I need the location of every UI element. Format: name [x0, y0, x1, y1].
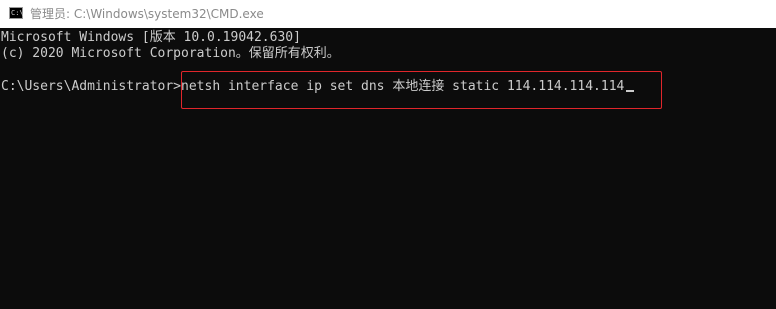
window-title: 管理员: C:\Windows\system32\CMD.exe [30, 7, 264, 21]
console-line-copyright: (c) 2020 Microsoft Corporation。保留所有权利。 [1, 46, 340, 61]
cmd-window: C:\ 管理员: C:\Windows\system32\CMD.exe Mic… [0, 0, 776, 309]
command-highlight-box [181, 71, 662, 109]
console-output-area[interactable]: Microsoft Windows [版本 10.0.19042.630] (c… [0, 28, 776, 309]
title-bar[interactable]: C:\ 管理员: C:\Windows\system32\CMD.exe [0, 0, 776, 28]
prompt-text: C:\Users\Administrator> [1, 79, 182, 94]
cmd-console-icon[interactable]: C:\ [9, 7, 24, 19]
console-line-version: Microsoft Windows [版本 10.0.19042.630] [1, 30, 301, 45]
